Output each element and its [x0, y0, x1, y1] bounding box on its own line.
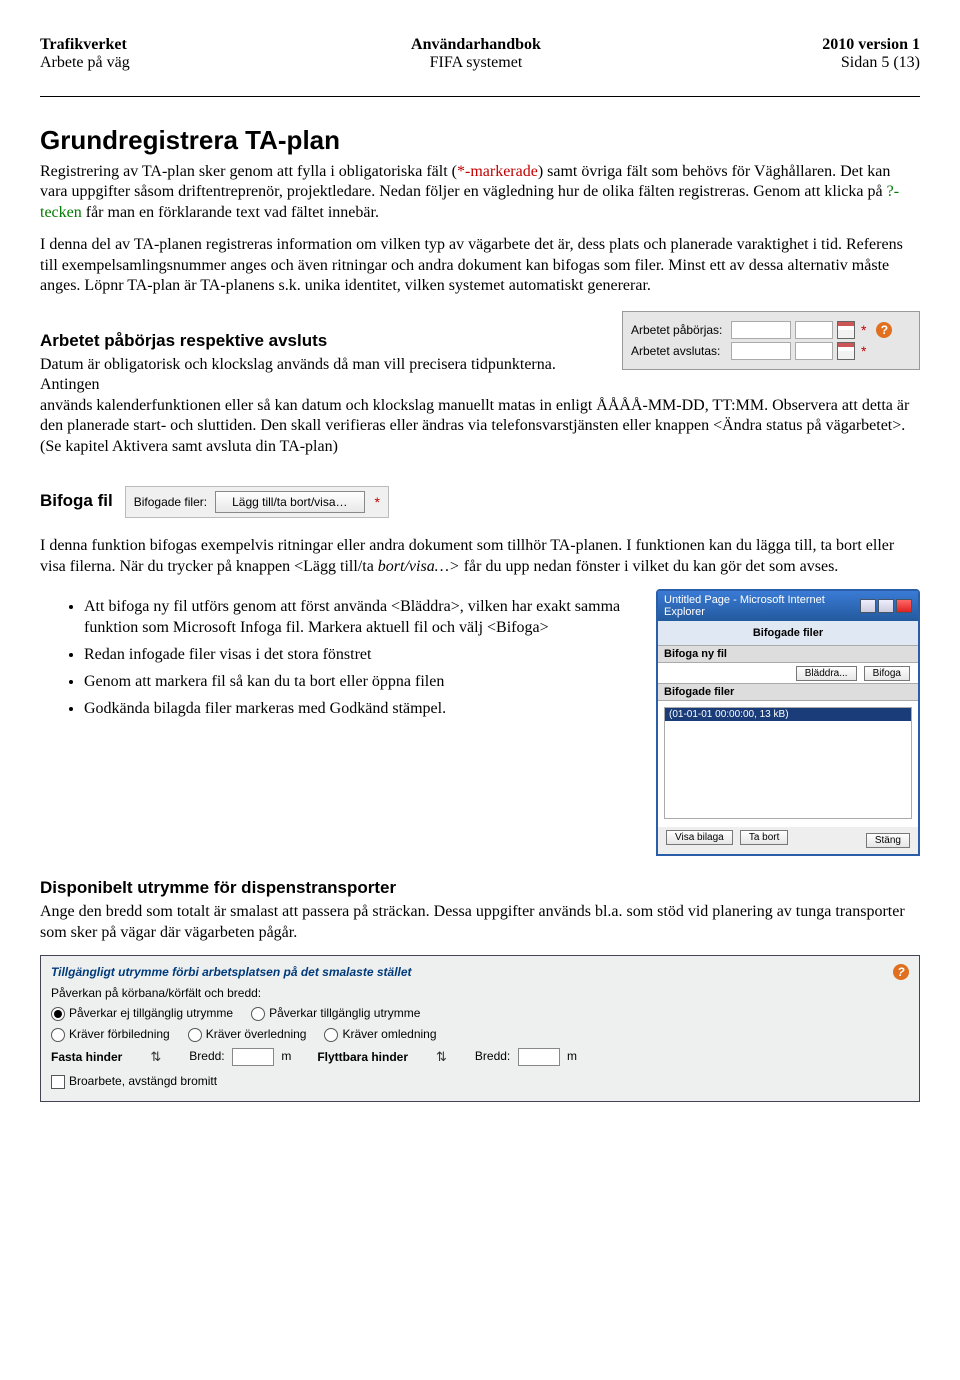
radio-option[interactable]: Påverkar ej tillgänglig utrymme [51, 1006, 233, 1021]
list-item: Att bifoga ny fil utförs genom att först… [84, 597, 636, 639]
end-date-input[interactable] [731, 342, 791, 360]
version-label: 2010 version 1 [822, 36, 920, 54]
radio-icon [324, 1028, 338, 1042]
section-attach-file: Bifoga fil [40, 491, 113, 511]
selected-file-row[interactable]: (01-01-01 00:00:00, 13 kB) [665, 708, 911, 721]
radio-icon [51, 1028, 65, 1042]
attach-popup-window: Untitled Page - Microsoft Internet Explo… [656, 589, 920, 856]
start-date-label: Arbetet påbörjas: [631, 323, 727, 337]
checkbox-icon [51, 1075, 65, 1089]
movable-obstacles-label: Flyttbara hinder [317, 1050, 408, 1064]
help-icon[interactable]: ? [876, 322, 892, 338]
browse-button[interactable]: Bläddra... [796, 666, 857, 681]
radio-option[interactable]: Påverkar tillgänglig utrymme [251, 1006, 420, 1021]
panel-heading: Tillgängligt utrymme förbi arbetsplatsen… [51, 965, 412, 979]
end-time-input[interactable] [795, 342, 833, 360]
intro-paragraph: Registrering av TA-plan sker genom att f… [40, 162, 920, 223]
paragraph-disp: Ange den bredd som totalt är smalast att… [40, 902, 920, 943]
list-item: Redan infogade filer visas i det stora f… [84, 645, 636, 666]
paragraph-3-after: används kalenderfunktionen eller så kan … [40, 396, 920, 457]
sort-icon[interactable]: ⇅ [436, 1049, 447, 1065]
attach-label: Bifogade filer: [134, 495, 207, 509]
start-time-input[interactable] [795, 321, 833, 339]
required-star-icon: * [375, 494, 380, 510]
star-marked-text: *-markerade [457, 163, 538, 180]
show-attachment-button[interactable]: Visa bilaga [666, 830, 733, 845]
handbook-title: Användarhandbok [411, 36, 541, 54]
fixed-width-input[interactable] [232, 1048, 274, 1066]
attach-button[interactable]: Bifoga [864, 666, 910, 681]
list-item: Genom att markera fil så kan du ta bort … [84, 672, 636, 693]
width-label: Bredd: [189, 1049, 224, 1063]
list-item: Godkända bilagda filer markeras med Godk… [84, 699, 636, 720]
required-star-icon: * [861, 343, 866, 359]
section-start-stop: Arbetet påbörjas respektive avsluts [40, 331, 610, 351]
popup-heading: Bifogade filer [658, 621, 918, 645]
calendar-icon[interactable] [837, 342, 855, 360]
start-date-input[interactable] [731, 321, 791, 339]
movable-width-input[interactable] [518, 1048, 560, 1066]
checkbox-option[interactable]: Broarbete, avstängd bromitt [51, 1074, 217, 1089]
popup-section-list: Bifogade filer [658, 683, 918, 701]
radio-icon [51, 1007, 65, 1021]
page-header: Trafikverket Arbete på väg Användarhandb… [40, 36, 920, 72]
close-button[interactable]: Stäng [866, 833, 910, 848]
page-number: Sidan 5 (13) [822, 54, 920, 72]
window-titlebar: Untitled Page - Microsoft Internet Explo… [658, 591, 918, 621]
panel-sub: Påverkan på körbana/körfält och bredd: [51, 986, 909, 1000]
calendar-icon[interactable] [837, 321, 855, 339]
unit-label: m [567, 1049, 577, 1063]
paragraph-4: I denna funktion bifogas exempelvis ritn… [40, 536, 920, 577]
end-date-label: Arbetet avslutas: [631, 344, 727, 358]
page-title: Grundregistrera TA-plan [40, 125, 920, 156]
radio-option[interactable]: Kräver förbiledning [51, 1027, 170, 1042]
paragraph-2: I denna del av TA-planen registreras inf… [40, 235, 920, 296]
sort-icon[interactable]: ⇅ [150, 1049, 161, 1065]
remove-attachment-button[interactable]: Ta bort [740, 830, 789, 845]
attached-file-list[interactable]: (01-01-01 00:00:00, 13 kB) [664, 707, 912, 819]
unit-label: m [281, 1049, 291, 1063]
required-star-icon: * [861, 322, 866, 338]
radio-option[interactable]: Kräver överledning [188, 1027, 307, 1042]
header-rule [40, 96, 920, 97]
close-icon[interactable] [896, 599, 912, 613]
help-icon[interactable]: ? [893, 964, 909, 980]
attach-open-button[interactable]: Lägg till/ta bort/visa… [215, 491, 364, 513]
minimize-icon[interactable] [860, 599, 876, 613]
maximize-icon[interactable] [878, 599, 894, 613]
date-widget: Arbetet påbörjas: * ? Arbetet avslutas: … [622, 311, 920, 370]
org-sub: Arbete på väg [40, 54, 130, 72]
handbook-sub: FIFA systemet [411, 54, 541, 72]
fixed-obstacles-label: Fasta hinder [51, 1050, 122, 1064]
org-name: Trafikverket [40, 36, 130, 54]
popup-section-new: Bifoga ny fil [658, 645, 918, 663]
attach-inline-widget: Bifogade filer: Lägg till/ta bort/visa… … [125, 486, 389, 518]
available-space-panel: Tillgängligt utrymme förbi arbetsplatsen… [40, 955, 920, 1101]
window-title: Untitled Page - Microsoft Internet Explo… [664, 594, 860, 618]
radio-option[interactable]: Kräver omledning [324, 1027, 436, 1042]
radio-icon [251, 1007, 265, 1021]
paragraph-3-left: Datum är obligatorisk och klockslag anvä… [40, 355, 610, 396]
radio-icon [188, 1028, 202, 1042]
instruction-list: Att bifoga ny fil utförs genom att först… [40, 597, 636, 719]
width-label: Bredd: [475, 1049, 510, 1063]
section-available-space: Disponibelt utrymme för dispenstransport… [40, 878, 920, 898]
